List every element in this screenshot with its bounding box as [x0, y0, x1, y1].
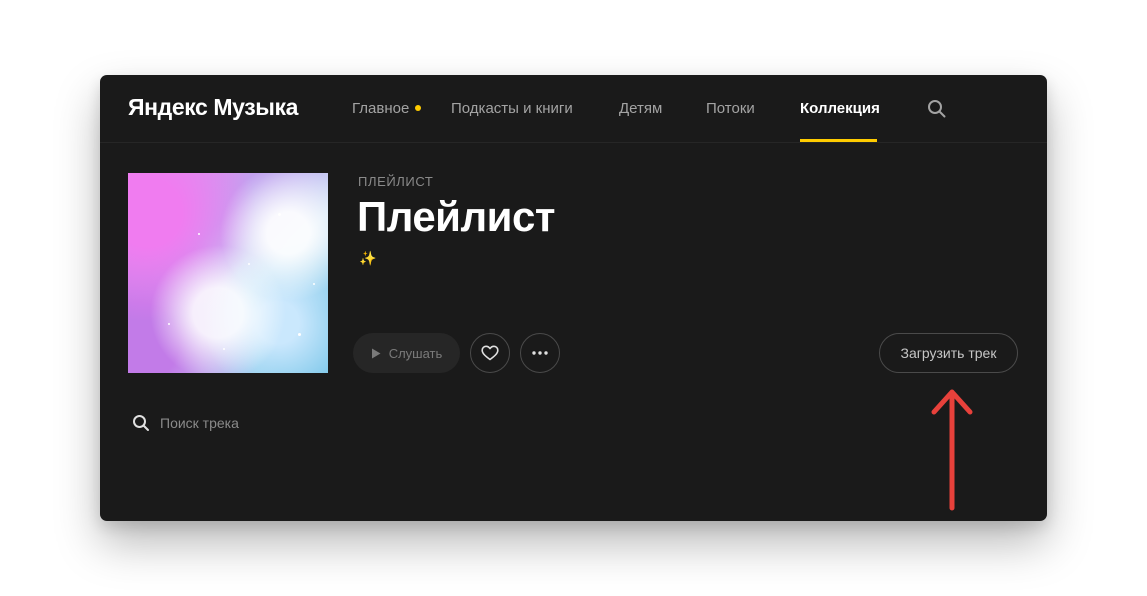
nav-item-podcasts[interactable]: Подкасты и книги — [451, 100, 573, 117]
upload-track-label: Загрузить трек — [900, 345, 997, 361]
heart-icon — [481, 345, 499, 361]
play-button-label: Слушать — [388, 345, 443, 361]
track-search-field[interactable]: Поиск трека — [132, 412, 239, 434]
like-button[interactable] — [470, 333, 510, 373]
search-icon — [133, 415, 149, 431]
playlist-description: ✨ — [359, 250, 377, 266]
play-icon — [371, 348, 381, 358]
more-dots-icon — [532, 351, 548, 355]
playlist-title: Плейлист — [357, 193, 555, 240]
annotation-arrow-icon — [931, 389, 973, 511]
more-button[interactable] — [520, 333, 560, 373]
nav-item-kids[interactable]: Детям — [619, 100, 662, 117]
app-window: Яндекс Музыка Главное Подкасты и книги Д… — [100, 75, 1047, 521]
upload-track-button[interactable]: Загрузить трек — [879, 333, 1018, 373]
top-header: Яндекс Музыка Главное Подкасты и книги Д… — [100, 75, 1047, 143]
play-button[interactable]: Слушать — [353, 333, 460, 373]
track-search-placeholder: Поиск трека — [160, 415, 239, 431]
nav-item-streams[interactable]: Потоки — [706, 100, 755, 117]
playlist-cover — [128, 173, 328, 373]
active-tab-underline — [800, 139, 877, 142]
nav-item-collection[interactable]: Коллекция — [800, 100, 880, 117]
nav-item-main[interactable]: Главное — [352, 100, 409, 117]
playlist-type-label: ПЛЕЙЛИСТ — [358, 174, 434, 189]
app-logo[interactable]: Яндекс Музыка — [128, 94, 298, 121]
search-icon[interactable] — [927, 99, 947, 119]
new-indicator-dot — [415, 105, 421, 111]
